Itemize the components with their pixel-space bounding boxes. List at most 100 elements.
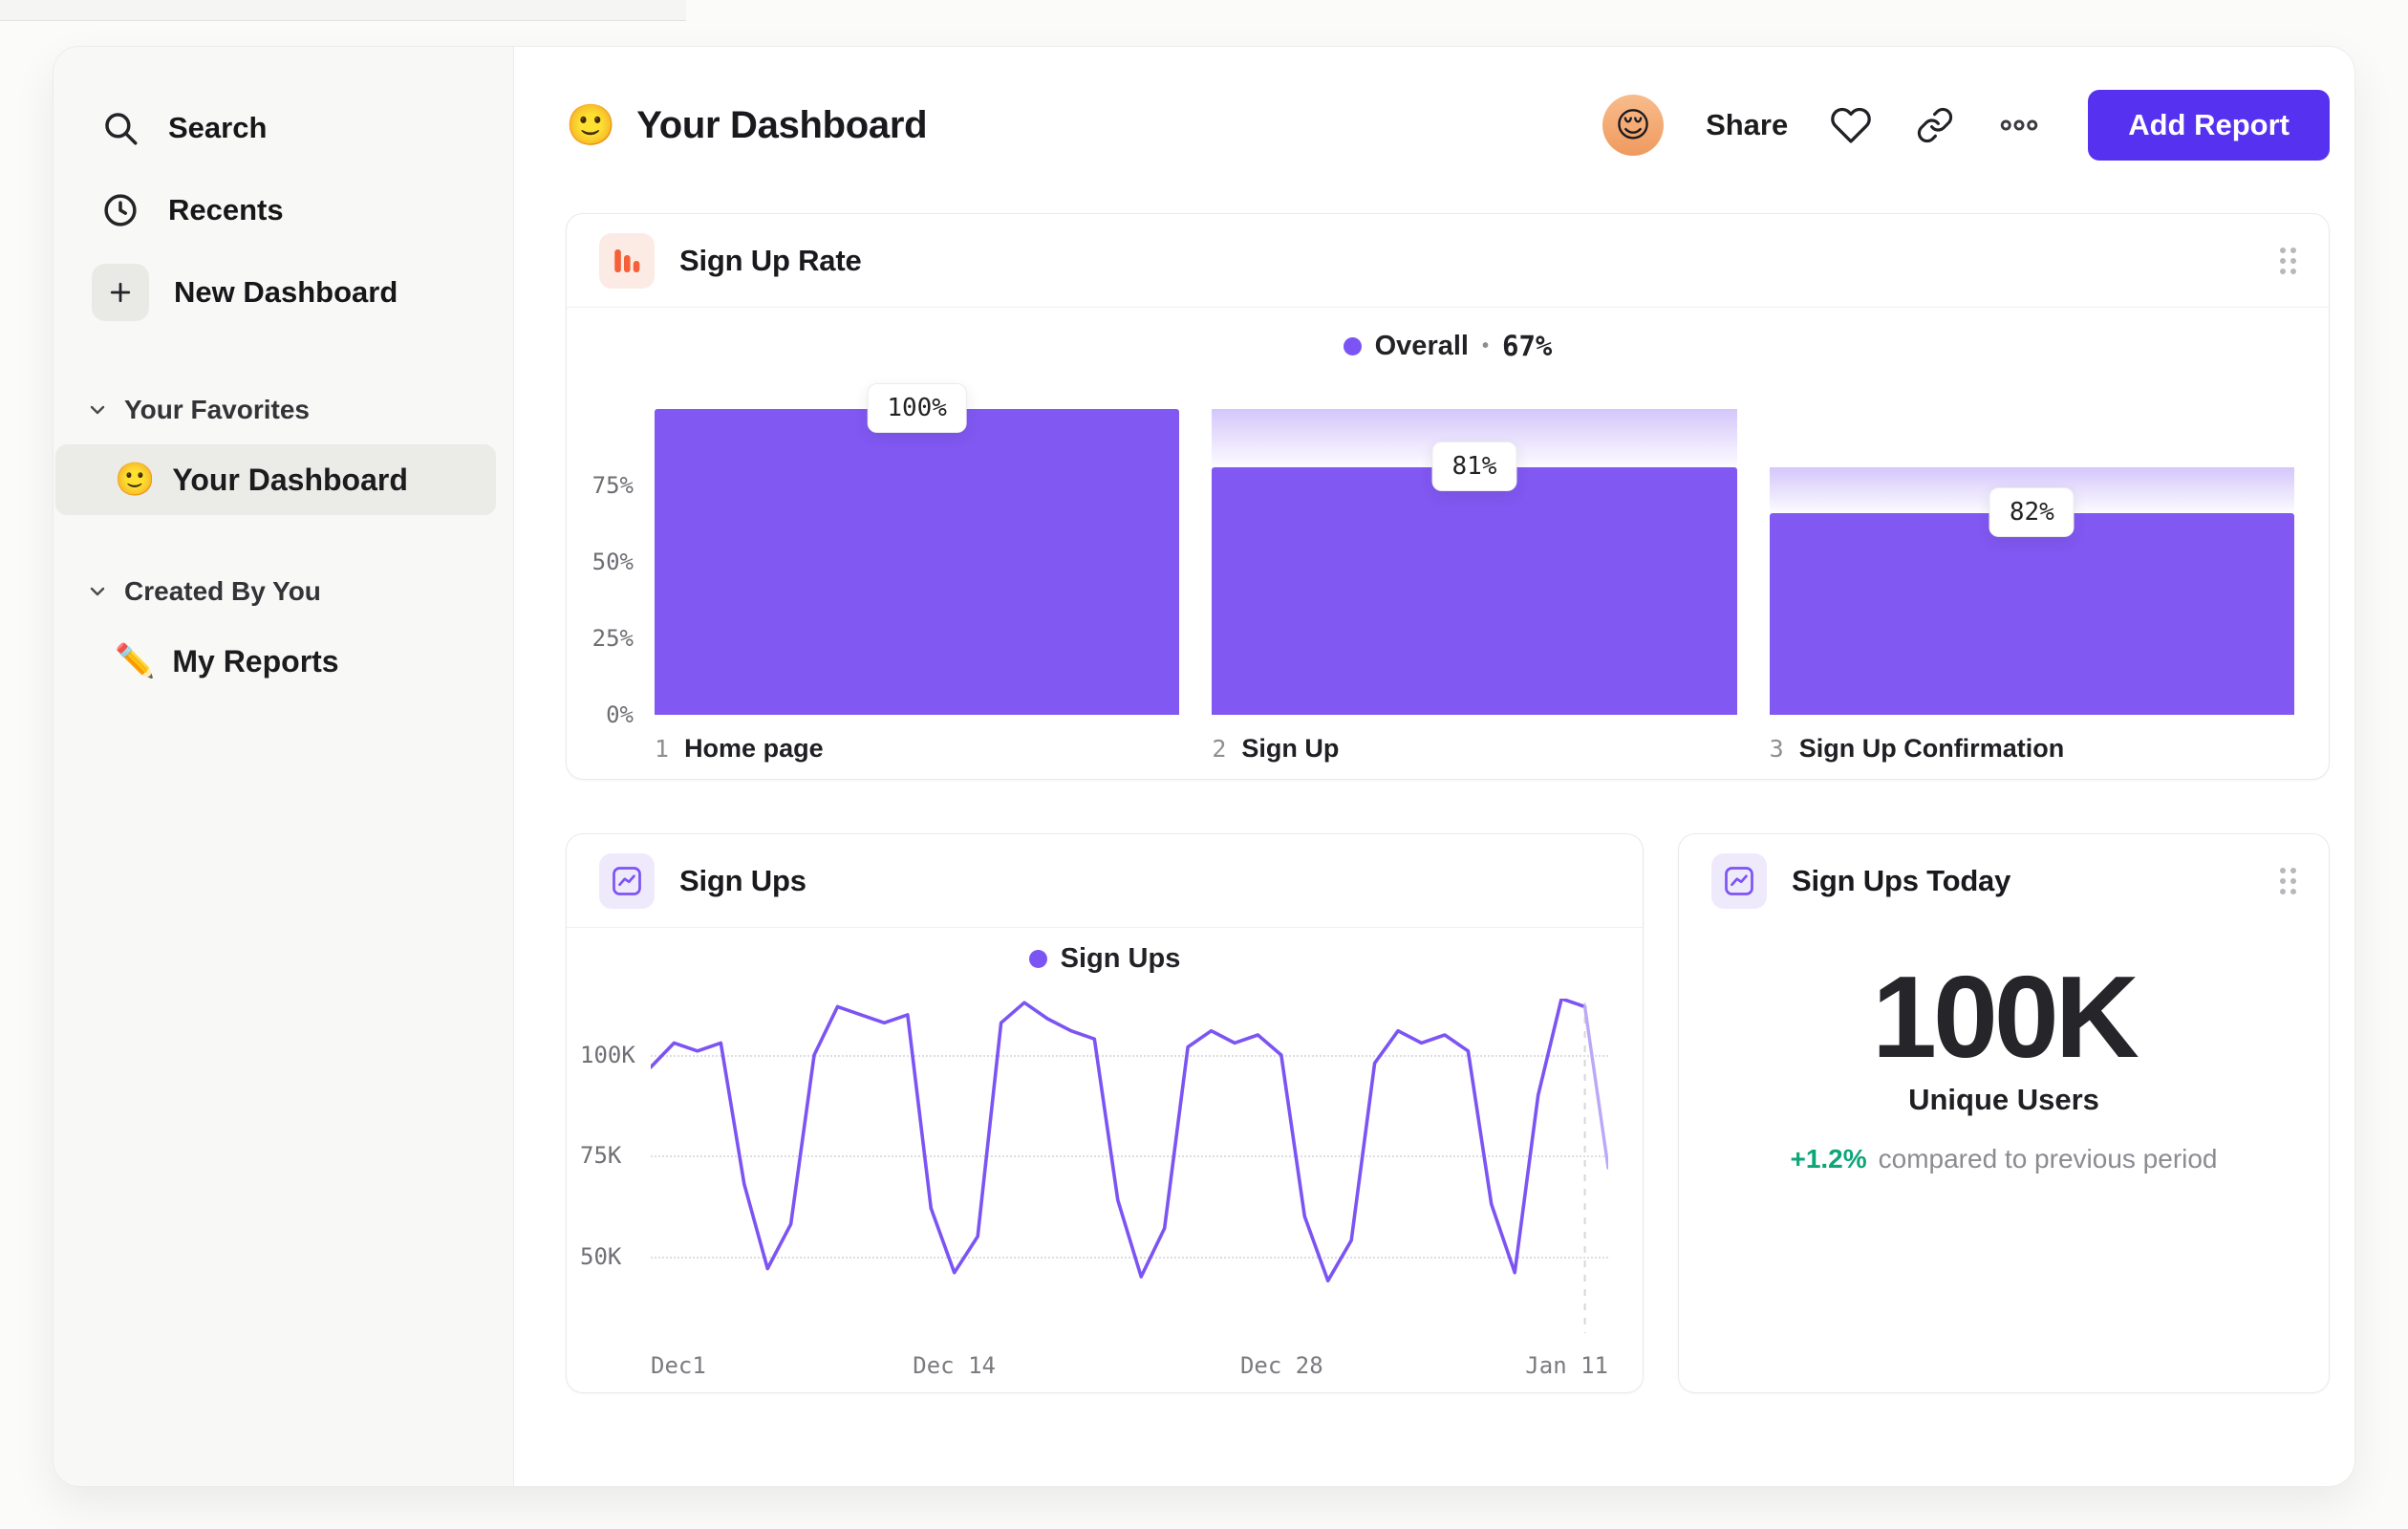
line-legend[interactable]: Sign Ups [567,928,1643,989]
kpi-delta-note: compared to previous period [1878,1144,2218,1174]
line-chart-icon [599,852,655,909]
line-y-tick: 50K [580,1242,622,1270]
card-title: Sign Up Rate [679,243,862,277]
sign-up-rate-card: Sign Up Rate Overall • 67% 75% 50% 25% 0% 1… [566,213,2330,780]
sidebar-item-my-reports[interactable]: ✏️ My Reports [55,626,496,697]
funnel-bar-area: 82% [1769,409,2294,715]
funnel-bar[interactable] [655,409,1180,715]
ellipsis-icon [2000,119,2038,131]
funnel-step-label: 2 Sign Up [1212,734,1340,763]
legend-value: 67% [1501,330,1553,362]
chevron-down-icon [86,398,109,421]
legend-dot [1343,336,1362,355]
line-x-tick: Jan 11 [1525,1352,1608,1379]
funnel-step[interactable]: 100% 1 Home page [655,382,1180,765]
cards-row: Sign Ups Sign Ups 100K 75K 50K Dec1 Dec 14 D… [566,833,2330,1393]
sidebar-section-your-favorites[interactable]: Your Favorites [54,385,513,435]
funnel-step-label: 1 Home page [655,734,824,763]
legend-label: Sign Ups [1060,942,1181,974]
add-report-button[interactable]: Add Report [2088,90,2330,161]
line-chart-icon [1711,853,1767,909]
favorite-button[interactable] [1830,104,1872,146]
chevron-down-icon [86,580,109,603]
card-header: Sign Ups Today [1679,834,2329,928]
kpi-metric-label: Unique Users [1908,1083,2099,1117]
card-header: Sign Ups [567,834,1643,928]
dashboard-emoji: 🙂 [115,462,156,498]
sidebar-item-label: New Dashboard [174,275,398,309]
funnel-y-tick: 50% [591,549,634,575]
avatar-emoji: 😌 [1615,105,1651,144]
more-options-button[interactable] [1998,104,2040,146]
dashboard-header: 🙂 Your Dashboard 😌 Share Add Report [566,89,2330,162]
line-x-tick: Dec 14 [913,1352,996,1379]
window-edge-artifact [0,0,686,21]
plus-icon [92,264,149,321]
sidebar-section-created-by-you[interactable]: Created By You [54,567,513,616]
card-title: Sign Ups Today [1792,864,2011,897]
sign-ups-series-line [651,999,1585,1281]
sign-ups-series-tail [1585,1006,1608,1168]
line-y-tick: 100K [580,1042,635,1069]
sign-ups-today-card: Sign Ups Today 100K Unique Users +1.2% c… [1678,833,2330,1393]
kpi-body: 100K Unique Users +1.2% compared to prev… [1679,928,2329,1392]
funnel-step[interactable]: 82% 3 Sign Up Confirmation [1769,409,2294,765]
app-window: Search Recents New Dashboard Your Favori… [53,46,2355,1487]
line-y-tick: 75K [580,1142,622,1170]
funnel-step-label: 3 Sign Up Confirmation [1769,734,2065,763]
header-actions: 😌 Share Add Report [1602,90,2330,161]
sidebar-item-label: Search [168,111,268,144]
sidebar: Search Recents New Dashboard Your Favori… [54,47,514,1486]
funnel-y-tick: 25% [591,625,634,652]
line-chart-plot: 100K 75K 50K [567,999,1643,1333]
card-title: Sign Ups [679,863,806,897]
legend-label: Overall [1374,330,1469,361]
funnel-bar-area: 81% [1212,409,1737,715]
drag-handle-icon[interactable] [2280,247,2296,274]
funnel-y-tick: 0% [606,701,634,728]
funnel-bar[interactable] [1212,466,1737,715]
main-content: 🙂 Your Dashboard 😌 Share Add Report Sign… [514,47,2354,1486]
kpi-delta-value: +1.2% [1790,1144,1867,1174]
line-x-axis: Dec1 Dec 14 Dec 28 Jan 11 [651,1346,1608,1387]
sidebar-item-recents[interactable]: Recents [54,169,513,251]
link-icon [1918,107,1953,143]
line-x-tick: Dec 28 [1239,1352,1323,1379]
funnel-y-tick: 75% [591,472,634,499]
funnel-value-chip: 82% [1989,486,2075,537]
funnel-legend[interactable]: Overall • 67% [567,308,2329,384]
funnel-bar-area: 100% [655,382,1180,715]
funnel-chart-icon [599,232,655,289]
funnel-columns: 100% 1 Home page 81% 2 Sign Up 82% 3 Sign Up Con… [655,382,2294,765]
copy-link-button[interactable] [1914,104,1956,146]
page-title: Your Dashboard [636,103,928,146]
funnel-bar[interactable] [1769,512,2294,715]
card-header: Sign Up Rate [567,214,2329,308]
line-x-tick: Dec1 [651,1352,706,1379]
share-button[interactable]: Share [1706,108,1788,142]
funnel-y-axis: 75% 50% 25% 0% [567,409,655,728]
funnel-value-chip: 81% [1431,441,1517,491]
sidebar-item-label: My Reports [172,643,339,678]
sign-ups-line-chart[interactable] [651,999,1608,1333]
avatar[interactable]: 😌 [1602,95,1665,156]
pencil-emoji: ✏️ [115,643,156,679]
sign-ups-card: Sign Ups Sign Ups 100K 75K 50K Dec1 Dec 14 D… [566,833,1644,1393]
heart-icon [1831,107,1872,143]
sidebar-item-new-dashboard[interactable]: New Dashboard [54,251,513,334]
funnel-step[interactable]: 81% 2 Sign Up [1212,409,1737,765]
search-icon [97,105,143,151]
clock-icon [97,187,143,233]
legend-dot [1028,949,1047,968]
funnel-value-chip: 100% [867,382,967,433]
sidebar-item-search[interactable]: Search [54,87,513,169]
kpi-value: 100K [1872,952,2139,1082]
legend-separator: • [1481,334,1489,356]
section-title: Your Favorites [124,395,310,424]
sidebar-item-label: Your Dashboard [172,462,408,497]
section-title: Created By You [124,576,321,606]
sidebar-item-your-dashboard[interactable]: 🙂 Your Dashboard [55,444,496,515]
drag-handle-icon[interactable] [2280,868,2296,894]
sidebar-item-label: Recents [168,193,284,226]
kpi-delta: +1.2% compared to previous period [1790,1144,2217,1174]
